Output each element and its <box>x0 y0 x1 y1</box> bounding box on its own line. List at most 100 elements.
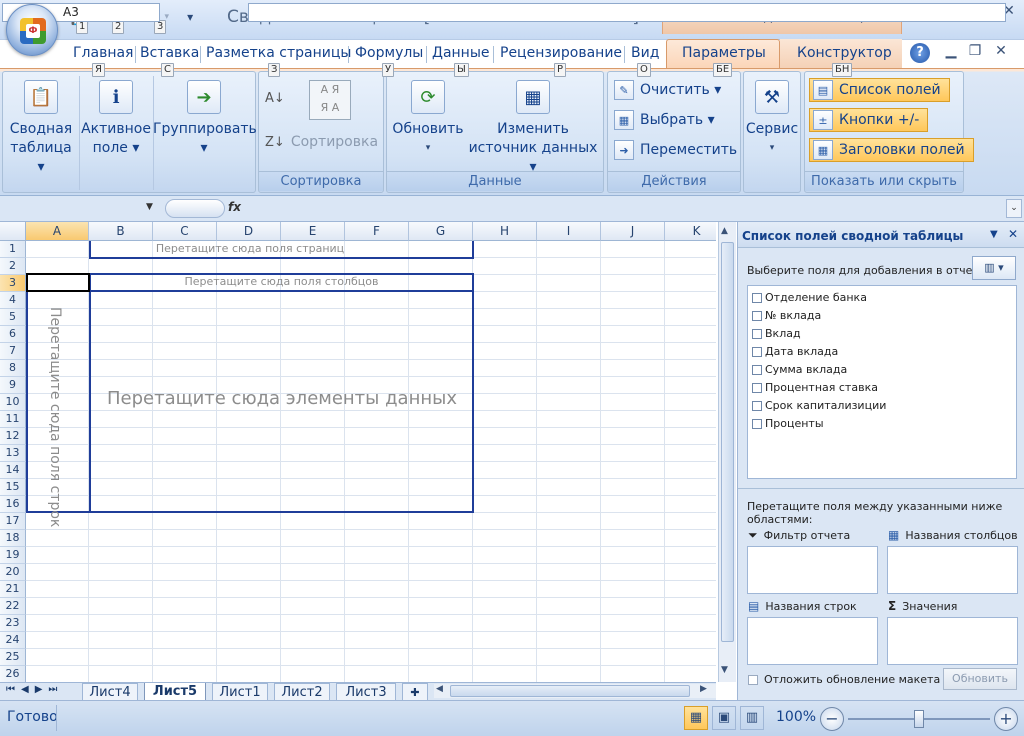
select-all-corner[interactable] <box>0 222 26 241</box>
field-checkbox[interactable] <box>752 364 762 375</box>
ribbon-close-icon[interactable]: ✕ <box>990 43 1012 60</box>
ribbon-restore-icon[interactable]: ❐ <box>964 43 986 60</box>
expand-formula-icon[interactable]: ⌄ <box>1006 199 1022 218</box>
tab-data[interactable]: Данные <box>432 45 490 61</box>
tab-insert[interactable]: Вставка <box>140 45 199 61</box>
row-header[interactable]: 16 <box>0 496 26 513</box>
row-header[interactable]: 11 <box>0 411 26 428</box>
field-item[interactable]: Вклад <box>752 327 801 340</box>
row-header[interactable]: 1 <box>0 241 26 258</box>
row-header[interactable]: 2 <box>0 258 26 275</box>
report-filter-area[interactable] <box>747 546 878 594</box>
row-header[interactable]: 20 <box>0 564 26 581</box>
row-header[interactable]: 24 <box>0 632 26 649</box>
field-item[interactable]: Проценты <box>752 417 824 430</box>
active-cell-a3[interactable] <box>26 273 90 292</box>
row-header[interactable]: 14 <box>0 462 26 479</box>
row-header[interactable]: 18 <box>0 530 26 547</box>
values-area[interactable] <box>887 617 1018 665</box>
sheet-tab[interactable]: Лист4 <box>82 683 138 701</box>
column-header[interactable]: E <box>281 222 345 241</box>
formula-slider[interactable] <box>165 199 225 218</box>
sheet-tab[interactable]: Лист2 <box>274 683 330 701</box>
row-header[interactable]: 5 <box>0 309 26 326</box>
move-button[interactable]: ➜ Переместить <box>614 138 737 162</box>
tab-home[interactable]: Главная <box>73 45 133 61</box>
normal-view-icon[interactable]: ▦ <box>684 706 708 730</box>
refresh-button[interactable]: ⟳ Обновить ▾ <box>391 80 465 158</box>
field-headers-toggle[interactable]: ▦ Заголовки полей <box>809 138 974 162</box>
active-field-button[interactable]: ℹ Активное поле ▾ <box>81 80 151 158</box>
row-header[interactable]: 4 <box>0 292 26 309</box>
zoom-slider-thumb[interactable] <box>914 710 924 728</box>
name-box-dropdown-icon[interactable]: ▼ <box>146 202 153 212</box>
scroll-up-icon[interactable]: ▲ <box>721 226 728 236</box>
scroll-down-icon[interactable]: ▼ <box>721 665 728 675</box>
hscroll-thumb[interactable] <box>450 685 690 697</box>
row-header[interactable]: 3 <box>0 275 26 292</box>
sheet-tab[interactable]: Лист3 <box>336 683 396 701</box>
sheet-nav-icons[interactable]: ⏮◀▶⏭ <box>6 684 63 695</box>
row-header[interactable]: 9 <box>0 377 26 394</box>
row-labels-area[interactable] <box>747 617 878 665</box>
field-checkbox[interactable] <box>752 346 762 357</box>
row-header[interactable]: 25 <box>0 649 26 666</box>
tab-parameters[interactable]: Параметры <box>682 45 766 61</box>
change-source-button[interactable]: ▦ Изменить источник данных ▾ <box>465 80 601 177</box>
worksheet-grid[interactable]: ABCDEFGHIJK 1 2 3 4 5 6 7 8 9 10 11 12 13 14 15 16 17 18 1… <box>0 222 716 682</box>
buttons-toggle[interactable]: ± Кнопки +/- <box>809 108 929 132</box>
update-button[interactable]: Обновить <box>943 668 1017 690</box>
group-button[interactable]: ➔ Группировать ▾ <box>153 80 257 158</box>
scroll-thumb[interactable] <box>721 242 734 642</box>
fx-icon[interactable]: fx <box>228 200 241 214</box>
horizontal-scrollbar[interactable]: ◀ ▶ <box>434 684 716 698</box>
field-item[interactable]: Срок капитализиции <box>752 399 886 412</box>
tab-review[interactable]: Рецензирование <box>500 45 622 61</box>
row-header[interactable]: 6 <box>0 326 26 343</box>
sort-az-button[interactable]: A↓ <box>265 86 285 110</box>
insert-sheet-icon[interactable]: ✚ <box>402 683 428 701</box>
row-header[interactable]: 12 <box>0 428 26 445</box>
column-header[interactable]: B <box>89 222 153 241</box>
column-labels-area[interactable] <box>887 546 1018 594</box>
tab-formulas[interactable]: Формулы <box>355 45 423 61</box>
vertical-scrollbar[interactable]: ▲ ▼ <box>718 222 736 682</box>
defer-update-checkbox[interactable]: Отложить обновление макета <box>748 673 940 686</box>
column-header[interactable]: H <box>473 222 537 241</box>
row-header[interactable]: 15 <box>0 479 26 496</box>
customize-qat-icon[interactable]: ▾ <box>187 10 193 24</box>
row-header[interactable]: 7 <box>0 343 26 360</box>
service-button[interactable]: ⚒ Сервис ▾ <box>744 80 800 158</box>
scroll-left-icon[interactable]: ◀ <box>436 684 443 694</box>
field-item[interactable]: Сумма вклада <box>752 363 847 376</box>
column-header[interactable]: D <box>217 222 281 241</box>
field-list-button[interactable]: ▤ Список полей <box>809 78 950 102</box>
sort-za-button[interactable]: Z↓ Сортировка <box>265 130 378 154</box>
pane-options-icon[interactable]: ▼ <box>990 229 998 240</box>
help-icon[interactable]: ? <box>910 43 930 63</box>
clear-button[interactable]: ✎ Очистить ▾ <box>614 78 721 102</box>
tab-constructor[interactable]: Конструктор <box>797 45 892 61</box>
scroll-right-icon[interactable]: ▶ <box>700 684 707 694</box>
tab-view[interactable]: Вид <box>631 45 659 61</box>
row-header[interactable]: 8 <box>0 360 26 377</box>
column-header[interactable]: J <box>601 222 665 241</box>
layout-options-button[interactable]: ▥ ▾ <box>972 256 1016 280</box>
field-item[interactable]: Дата вклада <box>752 345 838 358</box>
column-header[interactable]: I <box>537 222 601 241</box>
column-header[interactable]: F <box>345 222 409 241</box>
column-header[interactable]: K <box>665 222 716 241</box>
office-button[interactable]: Ф <box>6 4 58 56</box>
sheet-tab[interactable]: Лист1 <box>212 683 268 701</box>
field-checkbox[interactable] <box>752 400 762 411</box>
zoom-in-icon[interactable]: + <box>994 707 1018 731</box>
row-header[interactable]: 13 <box>0 445 26 462</box>
row-header[interactable]: 22 <box>0 598 26 615</box>
page-break-view-icon[interactable]: ▥ <box>740 706 764 730</box>
ribbon-minimize-icon[interactable]: ▁ <box>940 43 962 60</box>
field-checkbox[interactable] <box>752 292 762 303</box>
zoom-out-icon[interactable]: − <box>820 707 844 731</box>
field-item[interactable]: Отделение банка <box>752 291 867 304</box>
tab-page-layout[interactable]: Разметка страницы <box>206 45 351 61</box>
row-header[interactable]: 10 <box>0 394 26 411</box>
